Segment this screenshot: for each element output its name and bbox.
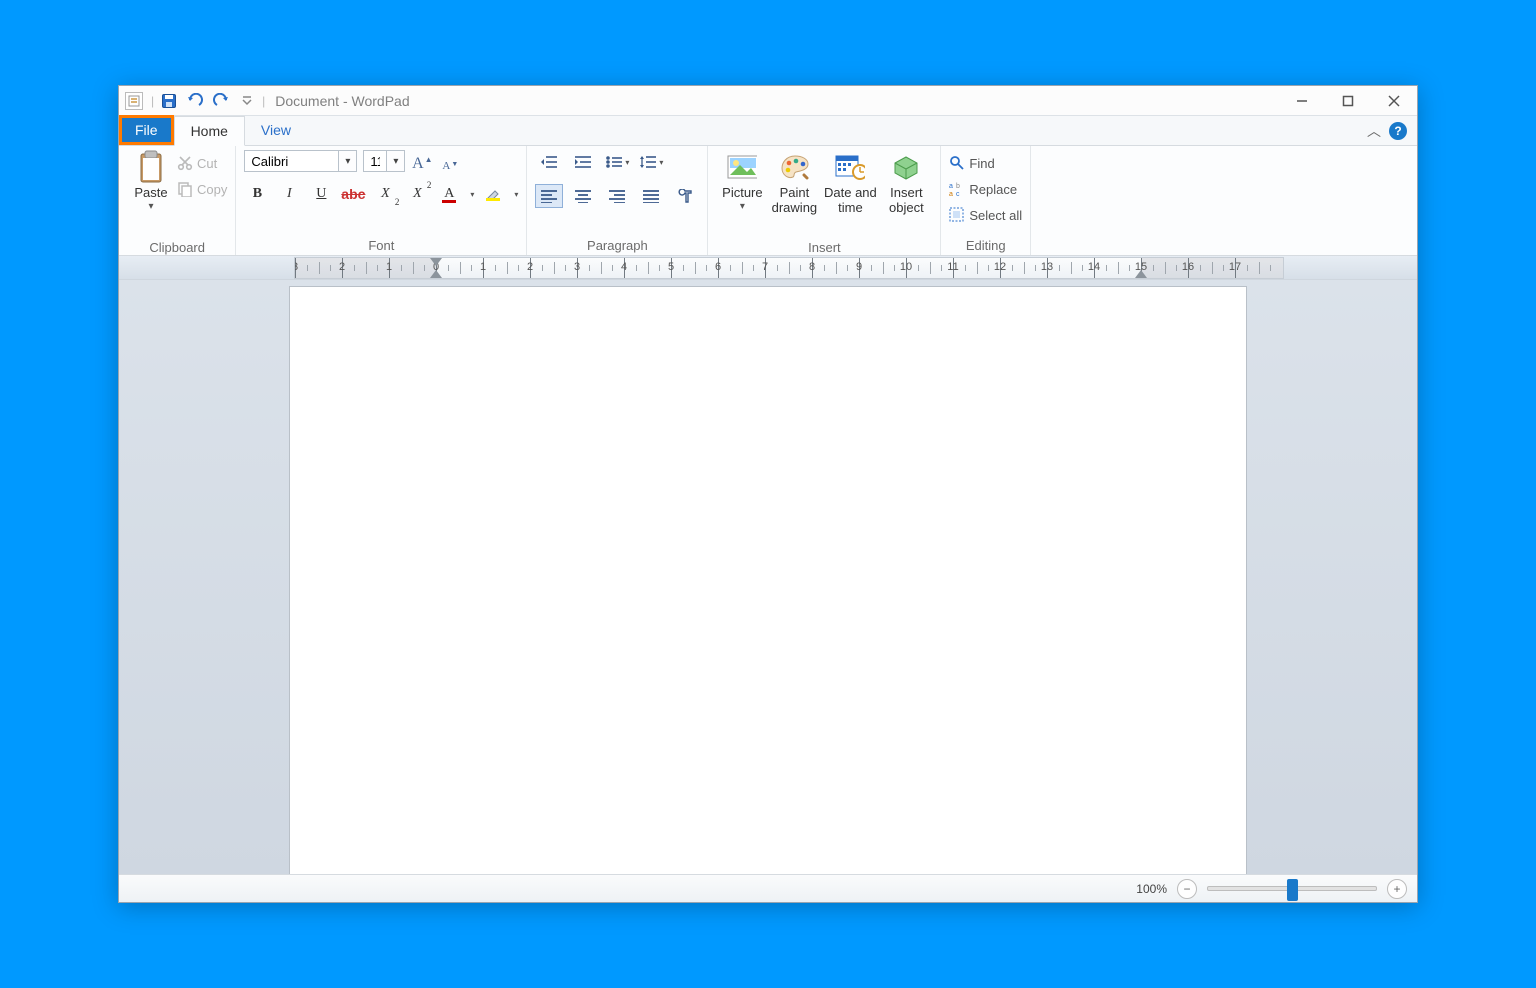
horizontal-ruler[interactable]: 32101234567891011121314151617 xyxy=(294,257,1284,279)
align-right-button[interactable] xyxy=(603,184,631,208)
shrink-font-button[interactable]: A ▼ xyxy=(439,150,461,172)
italic-button[interactable]: I xyxy=(276,182,302,206)
font-name-input[interactable] xyxy=(244,150,339,172)
decrease-indent-button[interactable] xyxy=(535,150,563,174)
justify-button[interactable] xyxy=(637,184,665,208)
group-editing: Find abac Replace Select all Editing xyxy=(941,146,1031,255)
bold-button[interactable]: B xyxy=(244,182,270,206)
clipboard-icon xyxy=(136,150,166,184)
insert-object-button[interactable]: Insert object xyxy=(880,150,932,238)
zoom-in-button[interactable]: + xyxy=(1387,879,1407,899)
scissors-icon xyxy=(177,155,193,171)
qat-customize-icon[interactable] xyxy=(236,90,258,112)
window-title: Document - WordPad xyxy=(275,93,409,109)
increase-indent-button[interactable] xyxy=(569,150,597,174)
chevron-down-icon: ▾ xyxy=(740,201,745,212)
group-paragraph: ▾ ▾ xyxy=(527,146,708,255)
paint-drawing-button[interactable]: Paint drawing xyxy=(768,150,820,238)
document-page[interactable] xyxy=(289,286,1247,874)
ribbon: Paste ▾ Cut Copy xyxy=(119,146,1417,256)
zoom-percent: 100% xyxy=(1136,882,1167,896)
replace-icon: abac xyxy=(949,181,965,197)
font-size-input[interactable] xyxy=(363,150,387,172)
paste-button[interactable]: Paste ▾ xyxy=(127,150,175,238)
font-size-combo[interactable]: ▾ xyxy=(363,150,405,172)
object-icon xyxy=(891,150,921,184)
qat-redo-icon[interactable] xyxy=(210,90,232,112)
align-left-button[interactable] xyxy=(535,184,563,208)
grow-font-button[interactable]: A ▲ xyxy=(411,150,433,172)
svg-text:c: c xyxy=(956,191,960,197)
font-color-button[interactable]: A xyxy=(436,182,462,206)
tab-file[interactable]: File xyxy=(119,115,174,145)
svg-text:a: a xyxy=(949,191,953,197)
find-button[interactable]: Find xyxy=(949,152,994,174)
date-time-button[interactable]: Date and time xyxy=(820,150,880,238)
chevron-down-icon[interactable]: ▾ xyxy=(387,150,405,172)
zoom-slider[interactable] xyxy=(1207,886,1377,891)
copy-icon xyxy=(177,181,193,197)
align-center-button[interactable] xyxy=(569,184,597,208)
search-icon xyxy=(949,155,965,171)
svg-text:a: a xyxy=(949,183,953,190)
group-insert: Picture ▾ Paint drawing Date and time xyxy=(708,146,941,255)
title-bar: | | Document - WordPad xyxy=(119,86,1417,116)
svg-text:b: b xyxy=(956,183,960,190)
qat-undo-icon[interactable] xyxy=(184,90,206,112)
group-font: ▾ ▾ A ▲ A ▼ B xyxy=(236,146,527,255)
minimize-button[interactable] xyxy=(1279,86,1325,116)
paragraph-dialog-button[interactable] xyxy=(671,184,699,208)
palette-icon xyxy=(779,150,809,184)
copy-button[interactable]: Copy xyxy=(177,178,227,200)
help-icon[interactable]: ? xyxy=(1389,122,1407,140)
close-button[interactable] xyxy=(1371,86,1417,116)
maximize-button[interactable] xyxy=(1325,86,1371,116)
ribbon-tabs: File Home View ︿ ? xyxy=(119,116,1417,146)
underline-button[interactable]: U xyxy=(308,182,334,206)
bullets-button[interactable]: ▾ xyxy=(603,150,631,174)
document-area xyxy=(119,280,1417,874)
app-window: | | Document - WordPad xyxy=(118,85,1418,903)
font-name-combo[interactable]: ▾ xyxy=(244,150,357,172)
subscript-button[interactable]: X2 xyxy=(372,182,398,206)
select-all-button[interactable]: Select all xyxy=(949,204,1022,226)
strikethrough-button[interactable]: abc xyxy=(340,182,366,206)
replace-button[interactable]: abac Replace xyxy=(949,178,1017,200)
highlight-button[interactable] xyxy=(480,182,506,206)
ruler-area: 32101234567891011121314151617 xyxy=(119,256,1417,280)
zoom-thumb[interactable] xyxy=(1287,879,1298,901)
group-clipboard: Paste ▾ Cut Copy xyxy=(119,146,236,255)
chevron-down-icon: ▾ xyxy=(148,201,153,212)
tab-home[interactable]: Home xyxy=(174,116,245,146)
wordpad-icon xyxy=(125,92,143,110)
calendar-clock-icon xyxy=(835,150,865,184)
superscript-button[interactable]: X2 xyxy=(404,182,430,206)
cut-button[interactable]: Cut xyxy=(177,152,227,174)
tab-view[interactable]: View xyxy=(245,115,307,145)
collapse-ribbon-icon[interactable]: ︿ xyxy=(1367,121,1381,141)
select-all-icon xyxy=(949,207,965,223)
status-bar: 100% − + xyxy=(119,874,1417,902)
line-spacing-button[interactable]: ▾ xyxy=(637,150,665,174)
picture-icon xyxy=(727,150,757,184)
chevron-down-icon[interactable]: ▾ xyxy=(339,150,357,172)
insert-picture-button[interactable]: Picture ▾ xyxy=(716,150,768,238)
zoom-out-button[interactable]: − xyxy=(1177,879,1197,899)
qat-save-icon[interactable] xyxy=(158,90,180,112)
